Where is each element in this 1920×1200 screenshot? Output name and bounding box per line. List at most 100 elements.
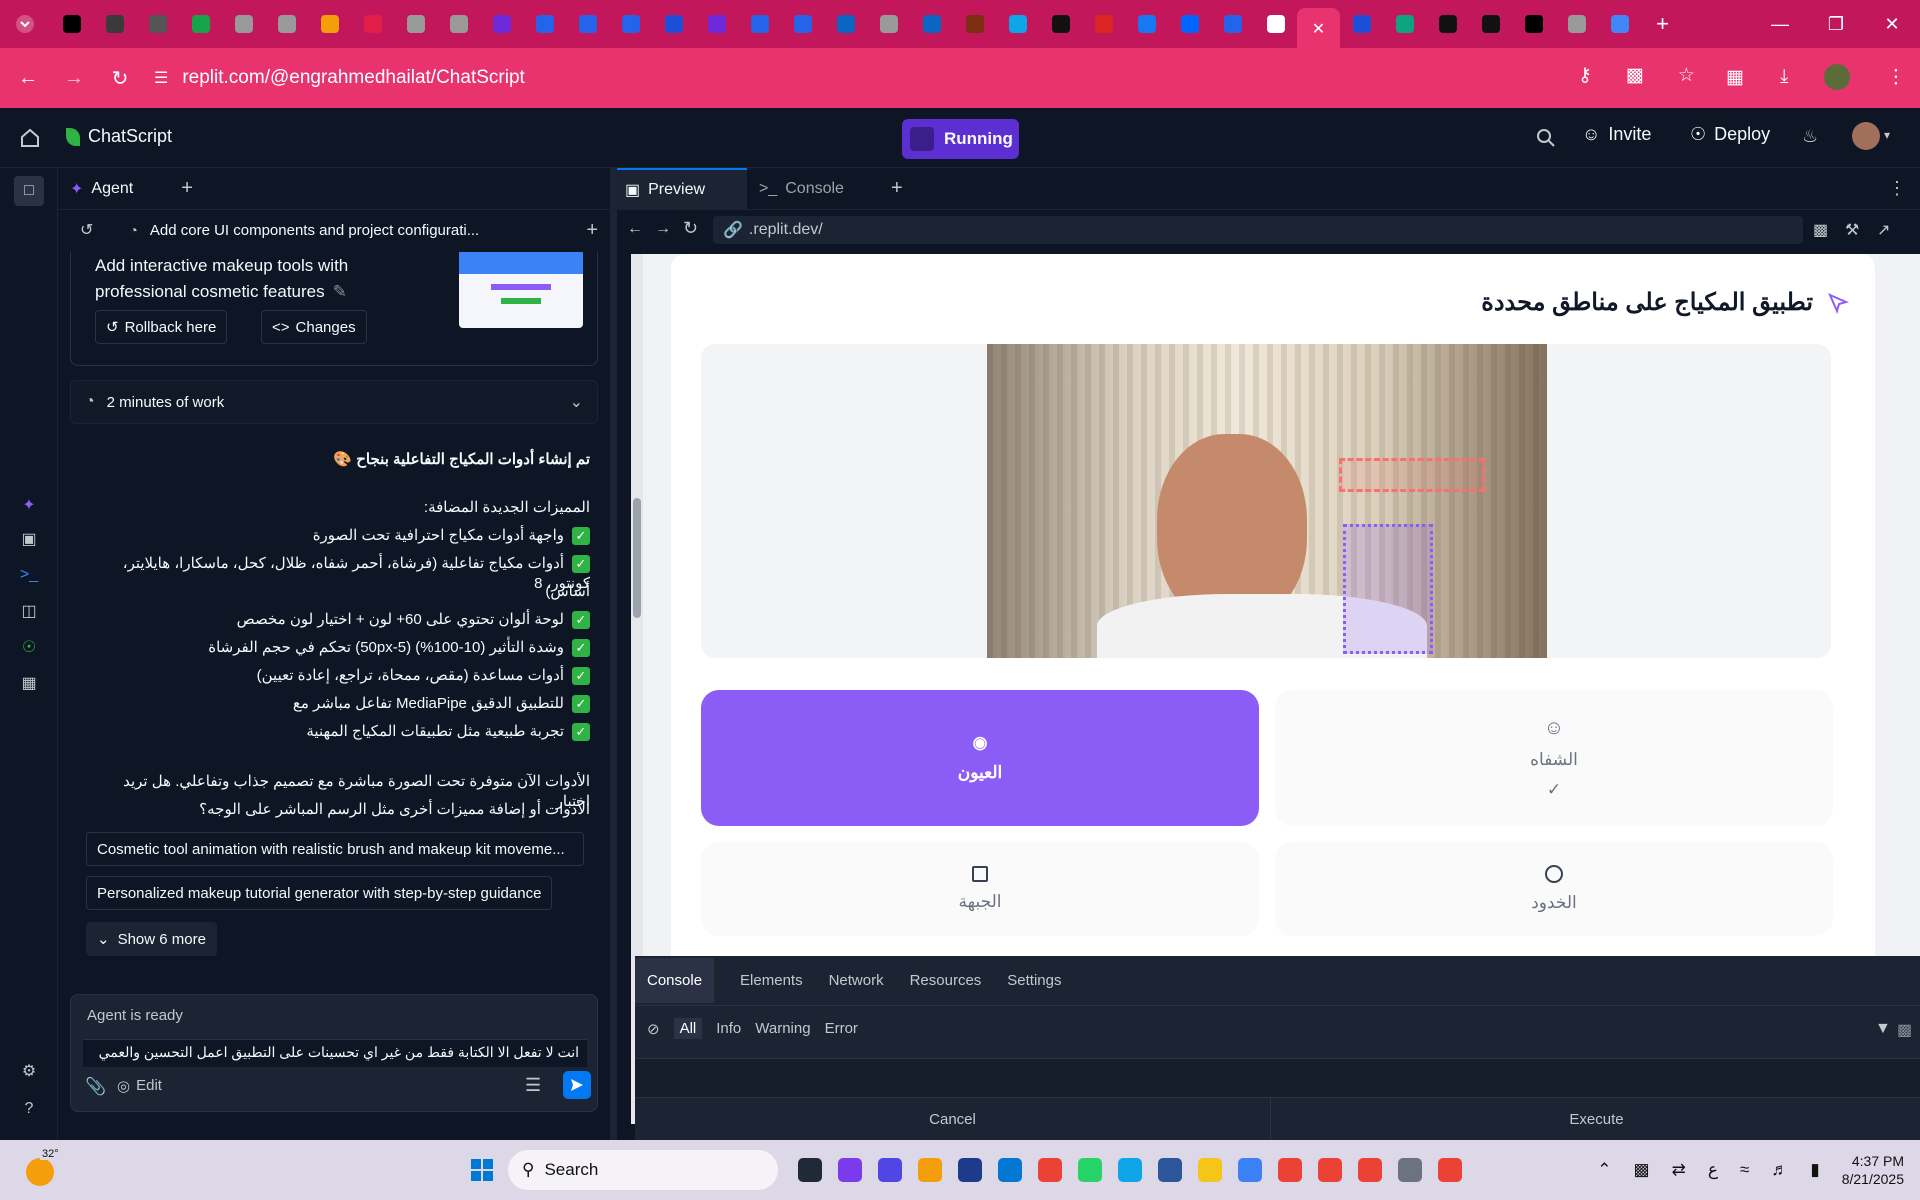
browser-tab[interactable]: [738, 0, 781, 48]
browser-tab[interactable]: [480, 0, 523, 48]
browser-tab-active[interactable]: ✕: [1297, 8, 1340, 48]
edit-pencil-icon[interactable]: ✎: [333, 282, 347, 302]
start-icon[interactable]: [462, 1150, 502, 1190]
devtools-wrench-icon[interactable]: ⚒: [1845, 220, 1859, 240]
taskbar-app-icon[interactable]: [910, 1150, 950, 1190]
area-button-cheeks[interactable]: الخدود: [1275, 842, 1833, 936]
taskbar-app-icon[interactable]: [990, 1150, 1030, 1190]
browser-tab[interactable]: [1598, 0, 1641, 48]
restore-icon[interactable]: ❐: [1808, 0, 1864, 48]
add-workspace-tab-icon[interactable]: +: [891, 177, 903, 200]
filter-all[interactable]: All: [673, 1018, 703, 1039]
devices-icon[interactable]: ▩: [1813, 220, 1828, 240]
browser-tab[interactable]: [1211, 0, 1254, 48]
browser-tab[interactable]: [265, 0, 308, 48]
devtools-tab-resources[interactable]: Resources: [910, 972, 982, 989]
battery-icon[interactable]: ▮: [1810, 1160, 1819, 1180]
rollback-button[interactable]: ↺ Rollback here: [95, 310, 228, 344]
taskbar-app-icon[interactable]: [1270, 1150, 1310, 1190]
preview-rail-icon[interactable]: ▣: [14, 524, 44, 554]
browser-tab[interactable]: [1340, 0, 1383, 48]
checkpoint-thumbnail[interactable]: [459, 252, 583, 328]
browser-tab[interactable]: [781, 0, 824, 48]
deployments-rail-icon[interactable]: ☉: [14, 632, 44, 662]
input-language[interactable]: ع: [1708, 1160, 1718, 1180]
tab-agent[interactable]: ✦ Agent: [70, 179, 133, 199]
suggestion-chip[interactable]: Cosmetic tool animation with realistic b…: [86, 832, 584, 866]
taskbar-app-icon[interactable]: [830, 1150, 870, 1190]
new-chat-icon[interactable]: +: [586, 219, 598, 242]
edit-mode-button[interactable]: ◎ Edit: [117, 1077, 162, 1095]
url-field[interactable]: ☰ replit.com/@engrahmedhailat/ChatScript: [148, 56, 1568, 100]
browser-tab[interactable]: [867, 0, 910, 48]
browser-tab[interactable]: [136, 0, 179, 48]
devtools-tab-network[interactable]: Network: [829, 972, 884, 989]
browser-tab[interactable]: [652, 0, 695, 48]
profile-avatar[interactable]: [1824, 64, 1851, 90]
notifications-bell-icon[interactable]: ♨: [1802, 126, 1818, 147]
minimize-icon[interactable]: —: [1752, 0, 1808, 48]
taskbar-app-icon[interactable]: [790, 1150, 830, 1190]
work-time-bar[interactable]: ◔ 2 minutes of work ⌄: [70, 380, 598, 424]
taskbar-app-icon[interactable]: [870, 1150, 910, 1190]
browser-tab[interactable]: [1254, 0, 1297, 48]
suggestion-chip[interactable]: Personalized makeup tutorial generator w…: [86, 876, 553, 910]
browser-tab[interactable]: [996, 0, 1039, 48]
weather-widget[interactable]: 32°: [26, 1148, 66, 1190]
clock[interactable]: 4:37 PM 8/21/2025: [1842, 1152, 1904, 1188]
tray-app-icon[interactable]: ▩: [1634, 1160, 1650, 1180]
filter-error[interactable]: Error: [825, 1020, 858, 1037]
browser-tab[interactable]: [1469, 0, 1512, 48]
clear-console-icon[interactable]: ⊘: [647, 1020, 660, 1038]
history-icon[interactable]: ↺: [80, 220, 93, 240]
execute-button[interactable]: Execute: [1273, 1098, 1920, 1140]
taskbar-app-icon[interactable]: [1150, 1150, 1190, 1190]
settings-rail-icon[interactable]: ⚙: [14, 1056, 44, 1086]
password-key-icon[interactable]: ⚷: [1578, 64, 1592, 87]
browser-tab[interactable]: [1426, 0, 1469, 48]
browser-tab[interactable]: [910, 0, 953, 48]
deploy-button[interactable]: ☉ Deploy: [1690, 124, 1770, 145]
taskbar-app-icon[interactable]: [1190, 1150, 1230, 1190]
browser-tab[interactable]: [222, 0, 265, 48]
filter-warning[interactable]: Warning: [755, 1020, 810, 1037]
download-icon[interactable]: ⤓: [1780, 66, 1788, 88]
taskbar-app-icon[interactable]: [1030, 1150, 1070, 1190]
wifi-icon[interactable]: ≈: [1740, 1160, 1749, 1180]
browser-tab[interactable]: [523, 0, 566, 48]
files-toggle-icon[interactable]: □: [14, 176, 44, 206]
shell-rail-icon[interactable]: >_: [14, 560, 44, 590]
filter-funnel-icon[interactable]: ▼: [1875, 1020, 1891, 1038]
bookmark-star-icon[interactable]: ☆: [1678, 64, 1695, 87]
area-button-forehead[interactable]: الجبهة: [701, 842, 1259, 936]
browser-tab[interactable]: [351, 0, 394, 48]
install-app-icon[interactable]: ▩: [1626, 64, 1644, 87]
show-more-button[interactable]: ⌄ Show 6 more: [86, 922, 217, 956]
taskbar-app-icon[interactable]: [1430, 1150, 1470, 1190]
browser-tab[interactable]: [695, 0, 738, 48]
copy-icon[interactable]: ▩: [1897, 1020, 1912, 1040]
devtools-tab-settings[interactable]: Settings: [1007, 972, 1061, 989]
new-tab-icon[interactable]: +: [1641, 0, 1684, 48]
changes-button[interactable]: <> Changes: [261, 310, 367, 344]
browser-tab[interactable]: [50, 0, 93, 48]
open-new-tab-icon[interactable]: ↗: [1877, 220, 1890, 240]
attach-icon[interactable]: 📎: [85, 1077, 106, 1097]
devtools-tab-elements[interactable]: Elements: [740, 972, 803, 989]
agent-prompt-input[interactable]: انت لا تفعل الا الكتابة فقط من غير اي تح…: [83, 1039, 587, 1067]
taskbar-app-icon[interactable]: [1230, 1150, 1270, 1190]
browser-tab[interactable]: [566, 0, 609, 48]
database-rail-icon[interactable]: ◫: [14, 596, 44, 626]
tray-sync-icon[interactable]: ⇄: [1672, 1160, 1686, 1180]
reload-icon[interactable]: ↻: [102, 60, 138, 96]
browser-tab[interactable]: [308, 0, 351, 48]
preview-forward-icon[interactable]: →: [655, 220, 671, 238]
avatar-chevron-icon[interactable]: ▾: [1884, 128, 1890, 142]
cancel-button[interactable]: Cancel: [635, 1098, 1271, 1140]
browser-tab[interactable]: [93, 0, 136, 48]
browser-tab[interactable]: [1383, 0, 1426, 48]
preview-reload-icon[interactable]: ↻: [683, 218, 698, 239]
taskbar-app-icon[interactable]: [1350, 1150, 1390, 1190]
browser-tab[interactable]: [1125, 0, 1168, 48]
area-button-lips[interactable]: ☺ الشفاه ✓: [1275, 690, 1833, 826]
